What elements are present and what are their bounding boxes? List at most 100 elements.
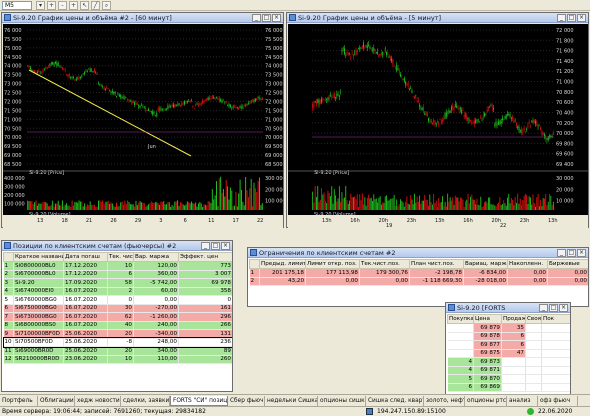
workspace-tab[interactable]: опционы ртс — [465, 396, 507, 406]
maximize-button[interactable]: □ — [262, 14, 271, 22]
workspace-tab[interactable]: золото, нефть — [424, 396, 465, 406]
workspace-tab[interactable]: Облигации — [38, 396, 75, 406]
table-row[interactable]: 3 Si-9.20 17.09.2020 58 -5 742,00 69 978 — [3, 278, 232, 288]
table-row[interactable]: 4 Si6740000EI0 16.07.2020 2 60,00 358 — [3, 287, 232, 296]
table-row[interactable]: 12 SR210000BR0D 23.06.2020 10 110,00 260 — [3, 355, 232, 364]
table-row[interactable]: 7 Si6730000BG0 16.07.2020 62 -1 260,00 296 — [3, 312, 232, 322]
pointer-icon[interactable]: ↖ — [80, 1, 89, 10]
crosshair-icon[interactable]: + — [69, 1, 78, 10]
chart-window-5min[interactable]: Si-9.20 График цены и объёма - [5 минут]… — [286, 12, 589, 228]
candle-body — [467, 117, 469, 121]
limits-col-header[interactable]: Биржевые — [547, 259, 588, 269]
orderbook-col-header[interactable]: Покупка — [447, 314, 474, 324]
table-row[interactable]: 2 43,20 0,00 0,00 -1 118 669,30 -28 018,00 0,0… — [249, 277, 588, 286]
workspace-tab[interactable]: анализ — [507, 396, 538, 406]
orderbook-row[interactable]: 6 69 869 — [447, 383, 570, 392]
volume-bar — [349, 200, 351, 210]
orderbook-col-header[interactable]: Продажа — [501, 314, 526, 324]
arrow-down-icon[interactable]: ▾ — [36, 1, 45, 10]
minimize-button[interactable]: _ — [557, 14, 566, 22]
table-row[interactable]: 2 Si6700000BL0 17.12.2020 6 360,00 3 007 — [3, 270, 232, 279]
line-icon[interactable]: ╱ — [91, 1, 100, 10]
add-icon[interactable]: + — [47, 1, 56, 10]
workspace-tab[interactable]: сделки, заявки — [121, 396, 170, 406]
x-axis-bar — [3, 215, 283, 228]
positions-cell-eff: 161 — [178, 304, 232, 313]
chart-left-canvas[interactable]: 76 000 76 000 75 500 75 500 75 000 75 000 74 5… — [3, 24, 283, 228]
positions-col-header[interactable]: Вар. маржа — [133, 252, 179, 262]
minimize-button[interactable]: _ — [539, 304, 548, 312]
orderbook-cell-buy: 5 — [447, 374, 474, 384]
table-row[interactable]: 1 Si0800000BL0 17.12.2020 10 120,00 773 — [3, 261, 232, 271]
positions-col-header[interactable]: Тек. чист — [107, 252, 134, 262]
orderbook-row[interactable]: 69 879 35 — [447, 323, 570, 333]
close-button[interactable]: × — [221, 242, 230, 250]
maximize-button[interactable]: □ — [567, 249, 576, 257]
table-row[interactable]: 9 Si7100000BF0D 25.06.2020 20 -340,00 131 — [3, 329, 232, 339]
chart-right-canvas[interactable]: 72 000 71 800 71 600 71 400 71 200 71 000 70 8… — [288, 24, 588, 228]
workspace-tab[interactable]: Сбер фьюч — [228, 396, 265, 406]
volume-bar — [358, 206, 359, 210]
chart-window-60min[interactable]: Si-9.20 График цены и объёма #2 - [60 ми… — [1, 12, 284, 228]
positions-window[interactable]: Позиции по клиентским счетам (фьючерсы) … — [1, 240, 233, 392]
orderbook-row[interactable]: 69 877 6 — [447, 340, 570, 350]
orderbook-row[interactable]: 69 875 47 — [447, 349, 570, 358]
orderbook-col-header[interactable]: Цена — [473, 314, 502, 324]
chart-right-titlebar[interactable]: Si-9.20 График цены и объёма - [5 минут]… — [287, 13, 588, 23]
workspace-tab[interactable]: Сишка след. квартал — [366, 396, 424, 406]
orderbook-window[interactable]: Si-9.20 [FORTS _ □ × ПокупкаЦенаПродажаС… — [445, 302, 571, 402]
minimize-button[interactable]: _ — [557, 249, 566, 257]
workspace-tab[interactable]: Портфель — [0, 396, 38, 406]
table-row[interactable]: 10 Si70500BF0D 25.06.2020 -8 248,00 236 — [3, 337, 232, 348]
table-row[interactable]: 11 Si69000BR0D 25.06.2020 20 340,00 89 — [3, 346, 232, 356]
positions-col-header[interactable]: Эффект. цен — [178, 252, 232, 262]
minus-icon[interactable]: - — [58, 1, 67, 10]
orderbook-row[interactable]: 69 878 6 — [447, 332, 570, 341]
positions-col-header[interactable] — [3, 252, 14, 262]
orderbook-row[interactable]: 4 69 873 — [447, 357, 570, 367]
minimize-button[interactable]: _ — [201, 242, 210, 250]
candle-body — [527, 125, 529, 128]
candle-body — [429, 120, 431, 122]
close-button[interactable]: × — [577, 249, 586, 257]
maximize-button[interactable]: □ — [567, 14, 576, 22]
table-row[interactable]: 1 201 175,18 177 113,98 179 300,76 -2 198,78… — [249, 268, 588, 278]
table-row[interactable]: 8 Si6800000BS0 16.07.2020 40 240,00 266 — [3, 321, 232, 330]
minimize-button[interactable]: _ — [252, 14, 261, 22]
workspace-tab[interactable]: опционы сишка — [318, 396, 366, 406]
workspace-tab[interactable]: FORTS "СИ" позиции — [170, 396, 228, 406]
volume-bar — [442, 196, 443, 210]
workspace-tab[interactable]: офз фьюч — [538, 396, 578, 406]
workspace-tab[interactable]: недельки Сишка — [265, 396, 318, 406]
positions-col-header[interactable]: Краткое название — [13, 252, 64, 262]
limits-col-header[interactable]: Лимит откр. поз. — [305, 259, 360, 269]
table-row[interactable]: 6 Si6750000BG0 16.07.2020 30 -270,00 161 — [3, 304, 232, 313]
chart-left-titlebar[interactable]: Si-9.20 График цены и объёма #2 - [60 ми… — [2, 13, 283, 23]
orderbook-row[interactable]: 4 69 871 — [447, 366, 570, 375]
limits-col-header[interactable]: Предыд. лимит — [259, 259, 306, 269]
limits-col-header[interactable]: Вариац. маржа — [463, 259, 508, 269]
maximize-button[interactable]: □ — [549, 304, 558, 312]
close-button[interactable]: × — [559, 304, 568, 312]
orderbook-col-header[interactable]: Своя — [525, 314, 542, 324]
table-row[interactable]: 5 Si6760000BG0 16.07.2020 0 0,00 0 — [3, 295, 232, 305]
limits-col-header[interactable] — [249, 259, 260, 269]
zoom-icon[interactable]: ⌕ — [102, 1, 111, 10]
limits-col-header[interactable]: План чист.поз. — [409, 259, 464, 269]
positions-col-header[interactable]: Дата погаш — [63, 252, 108, 262]
orderbook-col-header[interactable]: Пок — [541, 314, 570, 324]
limits-window[interactable]: Ограничения по клиентским счетам #2 _ □ … — [247, 247, 589, 307]
limits-titlebar[interactable]: Ограничения по клиентским счетам #2 _ □ … — [248, 248, 588, 258]
close-button[interactable]: × — [577, 14, 586, 22]
limits-col-header[interactable]: Тек.чист.поз. — [359, 259, 410, 269]
workspace-tab[interactable]: хедж новости — [75, 396, 121, 406]
maximize-button[interactable]: □ — [211, 242, 220, 250]
orderbook-titlebar[interactable]: Si-9.20 [FORTS _ □ × — [446, 303, 570, 313]
close-button[interactable]: × — [272, 14, 281, 22]
orderbook-row[interactable]: 5 69 870 — [447, 374, 570, 384]
positions-titlebar[interactable]: Позиции по клиентским счетам (фьючерсы) … — [2, 241, 232, 251]
limits-col-header[interactable]: Накопленн. — [507, 259, 548, 269]
volume-bar — [522, 200, 524, 210]
interval-select[interactable]: M5 — [2, 1, 32, 10]
volume-bar — [453, 204, 455, 210]
